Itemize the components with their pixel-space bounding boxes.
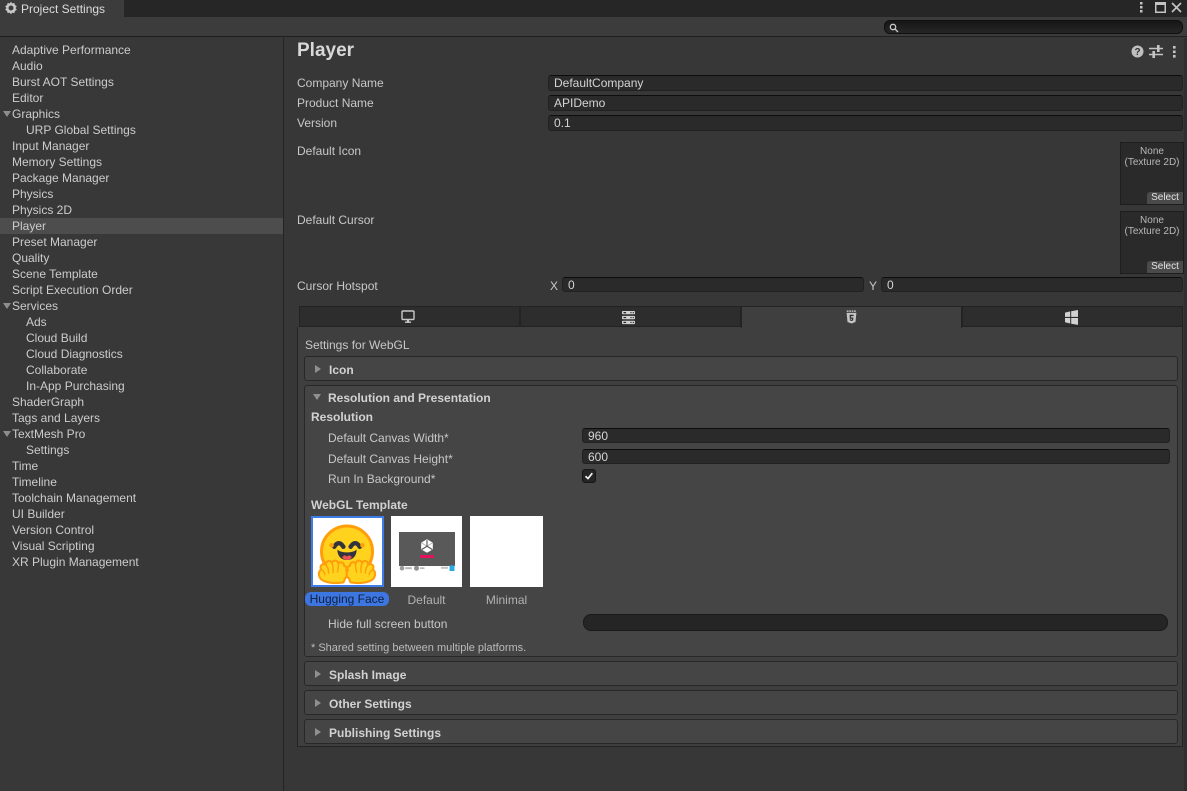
- svg-text:?: ?: [1134, 47, 1140, 58]
